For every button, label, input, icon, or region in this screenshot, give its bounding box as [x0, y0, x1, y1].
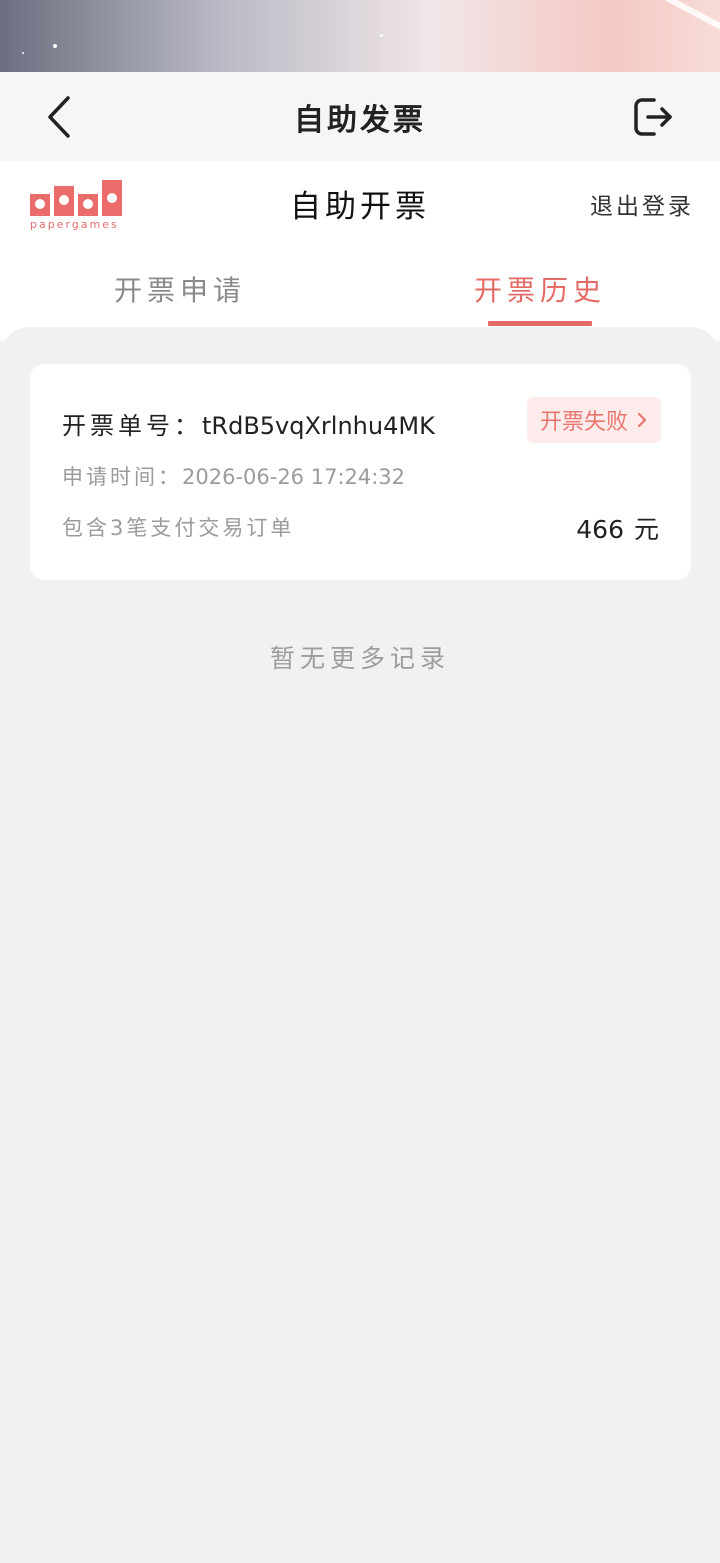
logo-wordmark: papergames — [30, 218, 119, 231]
logout-link[interactable]: 退出登录 — [590, 187, 694, 221]
banner-star — [380, 34, 383, 37]
order-number-value: tRdB5vqXrlnhu4MK — [202, 412, 435, 440]
page-title: 自助发票 — [294, 102, 426, 138]
banner-star — [22, 52, 24, 54]
status-bar-banner — [0, 0, 720, 72]
invoice-header: papergames 自助开票 退出登录 — [0, 161, 720, 251]
exit-button[interactable] — [630, 94, 676, 140]
invoice-amount: 466 元 — [576, 510, 659, 546]
banner-light-streak — [486, 0, 720, 47]
order-count-summary: 包含3笔支付交易订单 — [62, 516, 295, 540]
banner-star — [53, 44, 57, 48]
active-tab-indicator — [488, 321, 592, 326]
back-button[interactable] — [40, 94, 80, 140]
amount-value: 466 — [576, 515, 624, 544]
history-list: 开票单号：tRdB5vqXrlnhu4MK 开票失败 申请时间：2026-06-… — [0, 327, 720, 1563]
tab-invoice-history[interactable]: 开票历史 — [360, 251, 720, 327]
apply-time-row: 申请时间：2026-06-26 17:24:32 — [62, 461, 405, 491]
chevron-left-icon — [48, 96, 70, 138]
apply-time-label: 申请时间： — [62, 465, 182, 489]
order-number-row: 开票单号：tRdB5vqXrlnhu4MK — [62, 406, 435, 441]
chevron-right-icon — [637, 412, 647, 428]
invoice-record-card[interactable]: 开票单号：tRdB5vqXrlnhu4MK 开票失败 申请时间：2026-06-… — [30, 364, 691, 580]
status-badge[interactable]: 开票失败 — [527, 397, 661, 443]
apply-time-value: 2026-06-26 17:24:32 — [182, 465, 406, 489]
order-number-label: 开票单号： — [62, 412, 202, 440]
top-navigation-bar: 自助发票 — [0, 72, 720, 161]
amount-unit: 元 — [633, 515, 659, 544]
no-more-records-hint: 暂无更多记录 — [269, 644, 450, 673]
status-text: 开票失败 — [539, 410, 628, 435]
tab-invoice-apply[interactable]: 开票申请 — [0, 251, 360, 327]
logout-icon — [634, 98, 672, 136]
